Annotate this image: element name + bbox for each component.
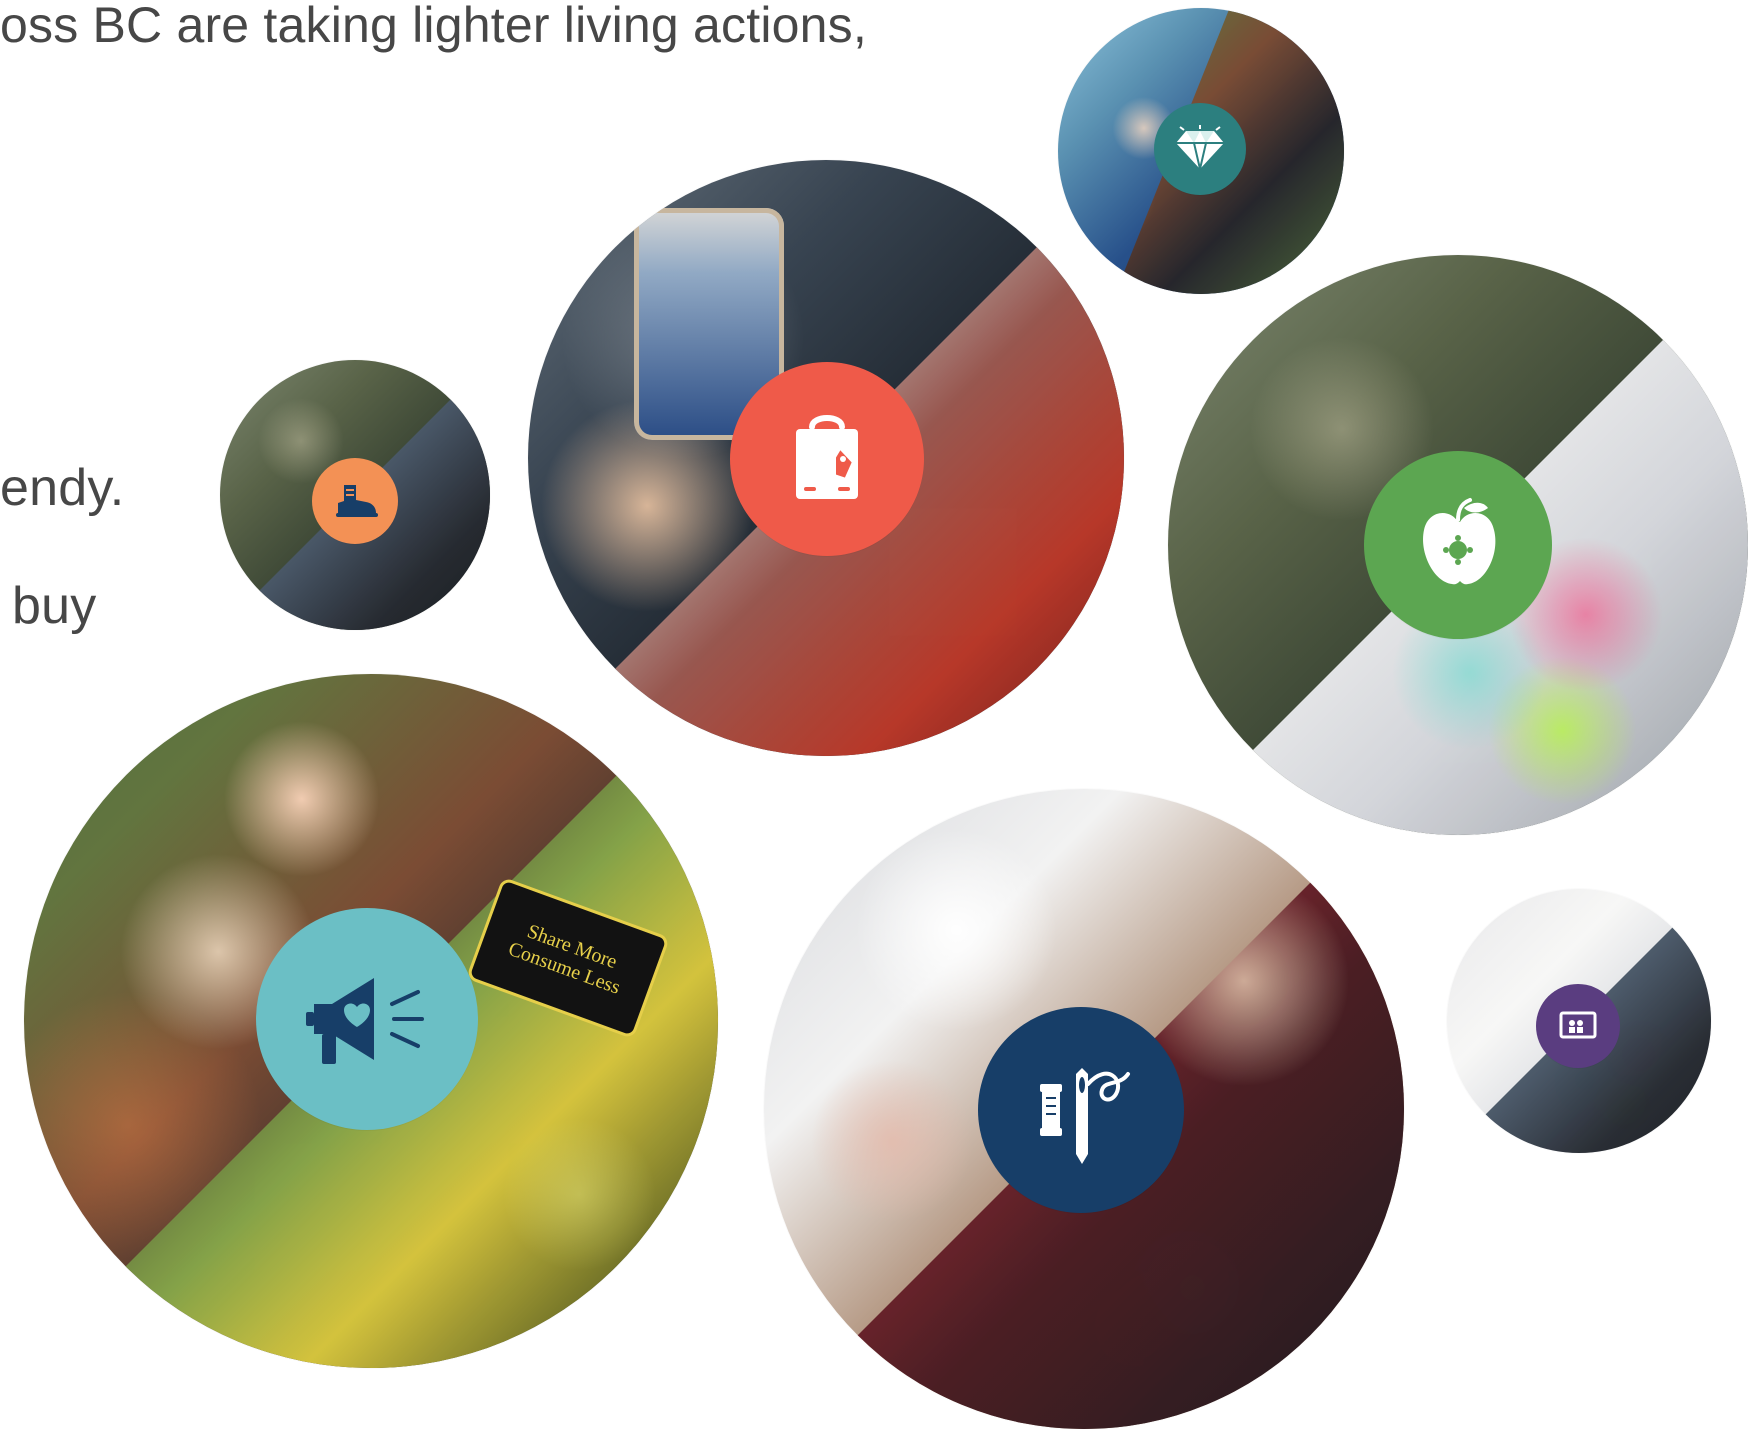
diamond-icon — [1176, 125, 1224, 170]
intro-line-2: endy. — [0, 459, 125, 517]
apple-badge — [1364, 451, 1552, 639]
sewing-needle-badge — [978, 1007, 1184, 1213]
megaphone-heart-badge — [256, 908, 478, 1130]
food-fridge-bubble — [1168, 255, 1748, 835]
bulk-goods-bubble — [1447, 889, 1711, 1153]
sewing-needle-icon — [1040, 1068, 1130, 1164]
intro-line-3: buy — [12, 577, 97, 635]
outdoor-bike-bubble — [220, 360, 490, 630]
intro-line-1: oss BC are taking lighter living actions… — [0, 0, 867, 53]
diamond-badge — [1154, 103, 1246, 195]
share-more-consume-less-bubble: Share More Consume Less — [24, 674, 718, 1368]
shopping-bag-badge — [730, 362, 924, 556]
phone-shopping-bubble — [528, 160, 1124, 756]
boot-badge — [312, 458, 398, 544]
boot-icon — [336, 485, 378, 517]
shopping-bag-icon — [796, 415, 858, 499]
sewing-preserves-bubble — [764, 789, 1404, 1429]
photo-frame-badge — [1536, 984, 1620, 1068]
apple-icon — [1423, 498, 1496, 585]
megaphone-heart-icon — [306, 978, 424, 1064]
photo-frame-icon — [1559, 1011, 1597, 1039]
